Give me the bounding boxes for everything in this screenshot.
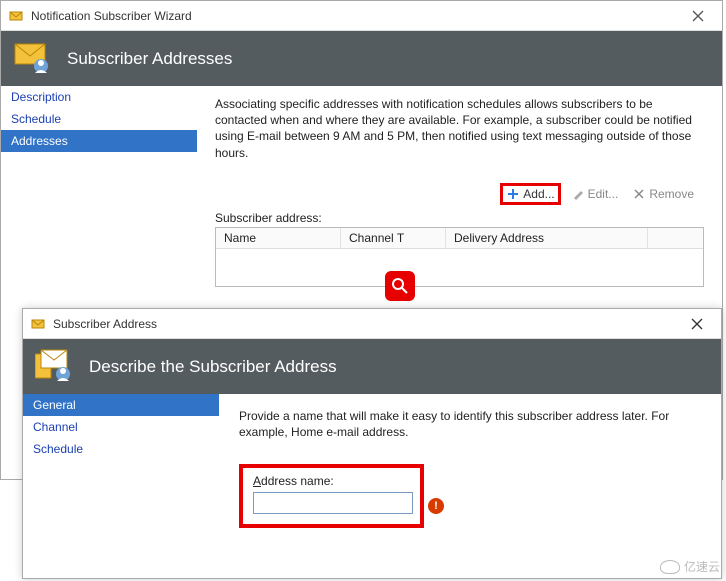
banner-title: Subscriber Addresses xyxy=(67,49,232,69)
banner-icon xyxy=(13,40,53,78)
banner: Describe the Subscriber Address xyxy=(23,339,721,394)
remove-button[interactable]: Remove xyxy=(628,185,698,203)
column-spacer xyxy=(648,228,703,248)
table-header: Name Channel T Delivery Address xyxy=(216,228,703,249)
error-icon: ! xyxy=(428,498,444,514)
column-delivery[interactable]: Delivery Address xyxy=(446,228,648,248)
app-icon xyxy=(9,8,25,24)
table-label: Subscriber address: xyxy=(215,211,704,225)
description-text: Provide a name that will make it easy to… xyxy=(239,408,701,440)
sidebar-item-schedule[interactable]: Schedule xyxy=(23,438,219,460)
add-label: Add... xyxy=(523,187,554,201)
description-text: Associating specific addresses with noti… xyxy=(215,96,704,161)
remove-icon xyxy=(632,187,646,201)
banner-icon xyxy=(35,348,75,386)
address-table: Name Channel T Delivery Address xyxy=(215,227,704,287)
titlebar: Notification Subscriber Wizard xyxy=(1,1,722,31)
zoom-highlight-icon xyxy=(385,271,415,301)
edit-label: Edit... xyxy=(588,187,619,201)
edit-button[interactable]: Edit... xyxy=(567,185,623,203)
app-icon xyxy=(31,316,47,332)
watermark: 亿速云 xyxy=(660,558,720,575)
close-icon xyxy=(691,318,703,330)
sidebar-item-general[interactable]: General xyxy=(23,394,219,416)
column-channel[interactable]: Channel T xyxy=(341,228,446,248)
banner-title: Describe the Subscriber Address xyxy=(89,357,337,377)
pencil-icon xyxy=(571,187,585,201)
banner: Subscriber Addresses xyxy=(1,31,722,86)
close-button[interactable] xyxy=(678,2,718,30)
sidebar-item-description[interactable]: Description xyxy=(1,86,197,108)
sidebar-item-channel[interactable]: Channel xyxy=(23,416,219,438)
toolbar: Add... Edit... Remove xyxy=(215,183,704,205)
sidebar-item-addresses[interactable]: Addresses xyxy=(1,130,197,152)
add-button[interactable]: Add... xyxy=(500,183,560,205)
sidebar: General Channel Schedule xyxy=(23,394,219,578)
cloud-icon xyxy=(660,560,680,574)
remove-label: Remove xyxy=(649,187,694,201)
address-name-label: AAddress name:ddress name: xyxy=(253,474,410,488)
content-area: Provide a name that will make it easy to… xyxy=(219,394,721,578)
address-name-input[interactable] xyxy=(253,492,413,514)
close-icon xyxy=(692,10,704,22)
close-button[interactable] xyxy=(677,310,717,338)
window-title: Notification Subscriber Wizard xyxy=(31,9,678,23)
titlebar: Subscriber Address xyxy=(23,309,721,339)
sidebar-item-schedule[interactable]: Schedule xyxy=(1,108,197,130)
column-name[interactable]: Name xyxy=(216,228,341,248)
window-title: Subscriber Address xyxy=(53,317,677,331)
address-window: Subscriber Address Describe the Subscrib… xyxy=(22,308,722,579)
address-name-highlight: AAddress name:ddress name: ! xyxy=(239,464,424,528)
plus-icon xyxy=(506,187,520,201)
